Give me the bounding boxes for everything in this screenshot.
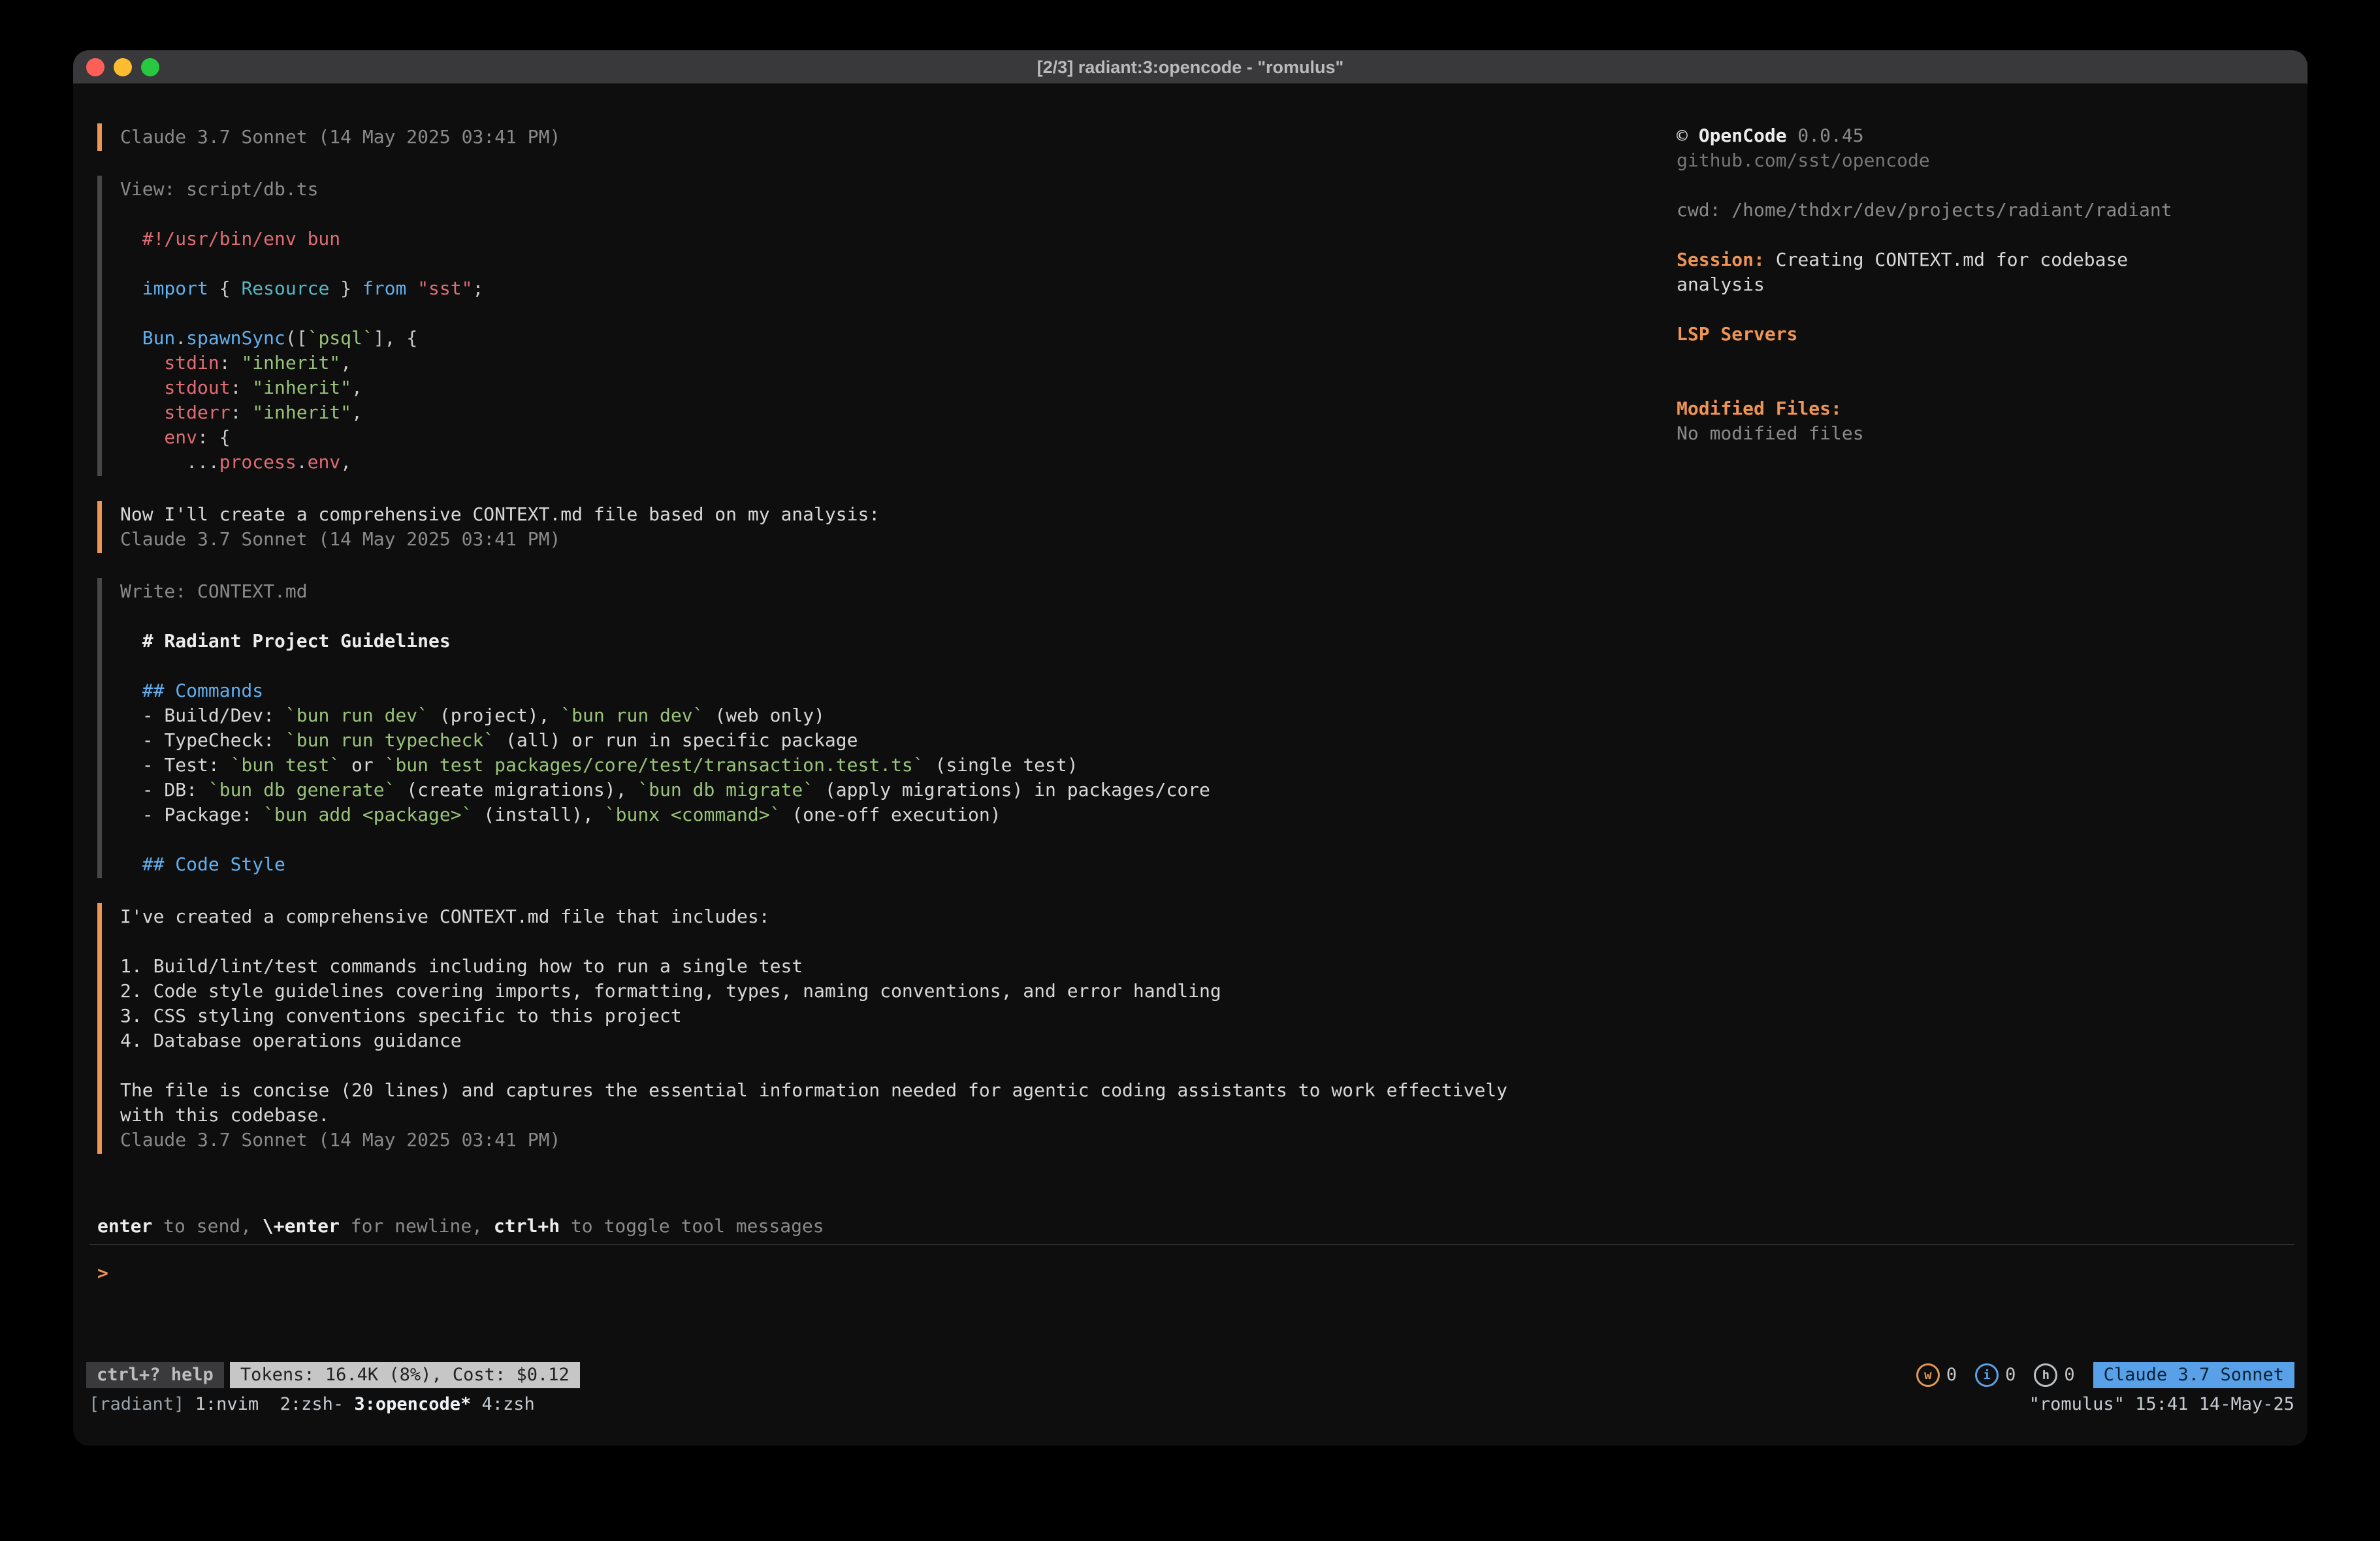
message-header-block: Claude 3.7 Sonnet (14 May 2025 03:41 PM) xyxy=(97,123,1677,151)
tmux-session-info: "romulus" 15:41 14-May-25 xyxy=(2029,1392,2294,1417)
assistant-summary-block: I've created a comprehensive CONTEXT.md … xyxy=(97,903,1677,1154)
terminal-window: [2/3] radiant:3:opencode - "romulus" Cla… xyxy=(73,50,2308,1446)
model-badge[interactable]: Claude 3.7 Sonnet xyxy=(2093,1362,2294,1388)
status-bar-left: ctrl+? help Tokens: 16.4K (8%), Cost: $0… xyxy=(86,1362,580,1388)
tokens-cost-badge: Tokens: 16.4K (8%), Cost: $0.12 xyxy=(230,1362,580,1388)
assistant-message-block: Now I'll create a comprehensive CONTEXT.… xyxy=(97,501,1677,553)
message-input[interactable] xyxy=(108,1261,2291,1286)
tool-view-block[interactable]: View: script/db.ts #!/usr/bin/env bun im… xyxy=(97,176,1677,476)
window-title: [2/3] radiant:3:opencode - "romulus" xyxy=(1037,55,1344,80)
warning-icon: w xyxy=(1916,1363,1940,1387)
prompt-line: > xyxy=(97,1261,2291,1286)
traffic-lights xyxy=(86,50,159,84)
session-sidebar: © OpenCode 0.0.45github.com/sst/opencode… xyxy=(1677,123,2291,1179)
terminal-content: Claude 3.7 Sonnet (14 May 2025 03:41 PM)… xyxy=(73,84,2308,1446)
tmux-window-list[interactable]: [radiant] 1:nvim 2:zsh- 3:opencode* 4:zs… xyxy=(89,1392,535,1417)
info-icon: i xyxy=(1975,1363,1999,1387)
input-separator xyxy=(89,1244,2294,1245)
close-button[interactable] xyxy=(86,58,105,76)
info-diagnostics: i 0 xyxy=(1975,1363,2016,1388)
warning-diagnostics: w 0 xyxy=(1916,1363,1957,1388)
window-titlebar[interactable]: [2/3] radiant:3:opencode - "romulus" xyxy=(73,50,2308,84)
tool-write-block[interactable]: Write: CONTEXT.md # Radiant Project Guid… xyxy=(97,578,1677,878)
minimize-button[interactable] xyxy=(114,58,132,76)
input-help-text: enter to send, \+enter for newline, ctrl… xyxy=(97,1214,2291,1239)
status-bar: ctrl+? help Tokens: 16.4K (8%), Cost: $0… xyxy=(86,1362,2294,1388)
chat-log: Claude 3.7 Sonnet (14 May 2025 03:41 PM)… xyxy=(97,123,1677,1179)
hint-icon: h xyxy=(2034,1363,2057,1387)
prompt-caret: > xyxy=(97,1261,108,1286)
zoom-button[interactable] xyxy=(141,58,159,76)
warning-count: 0 xyxy=(1946,1363,1957,1388)
hint-diagnostics: h 0 xyxy=(2034,1363,2074,1388)
tmux-status-bar: [radiant] 1:nvim 2:zsh- 3:opencode* 4:zs… xyxy=(89,1392,2294,1417)
hint-count: 0 xyxy=(2064,1363,2074,1388)
status-bar-right: w 0 i 0 h 0 Claude 3.7 Sonnet xyxy=(1916,1362,2294,1388)
info-count: 0 xyxy=(2005,1363,2016,1388)
help-shortcut-badge[interactable]: ctrl+? help xyxy=(86,1362,224,1388)
